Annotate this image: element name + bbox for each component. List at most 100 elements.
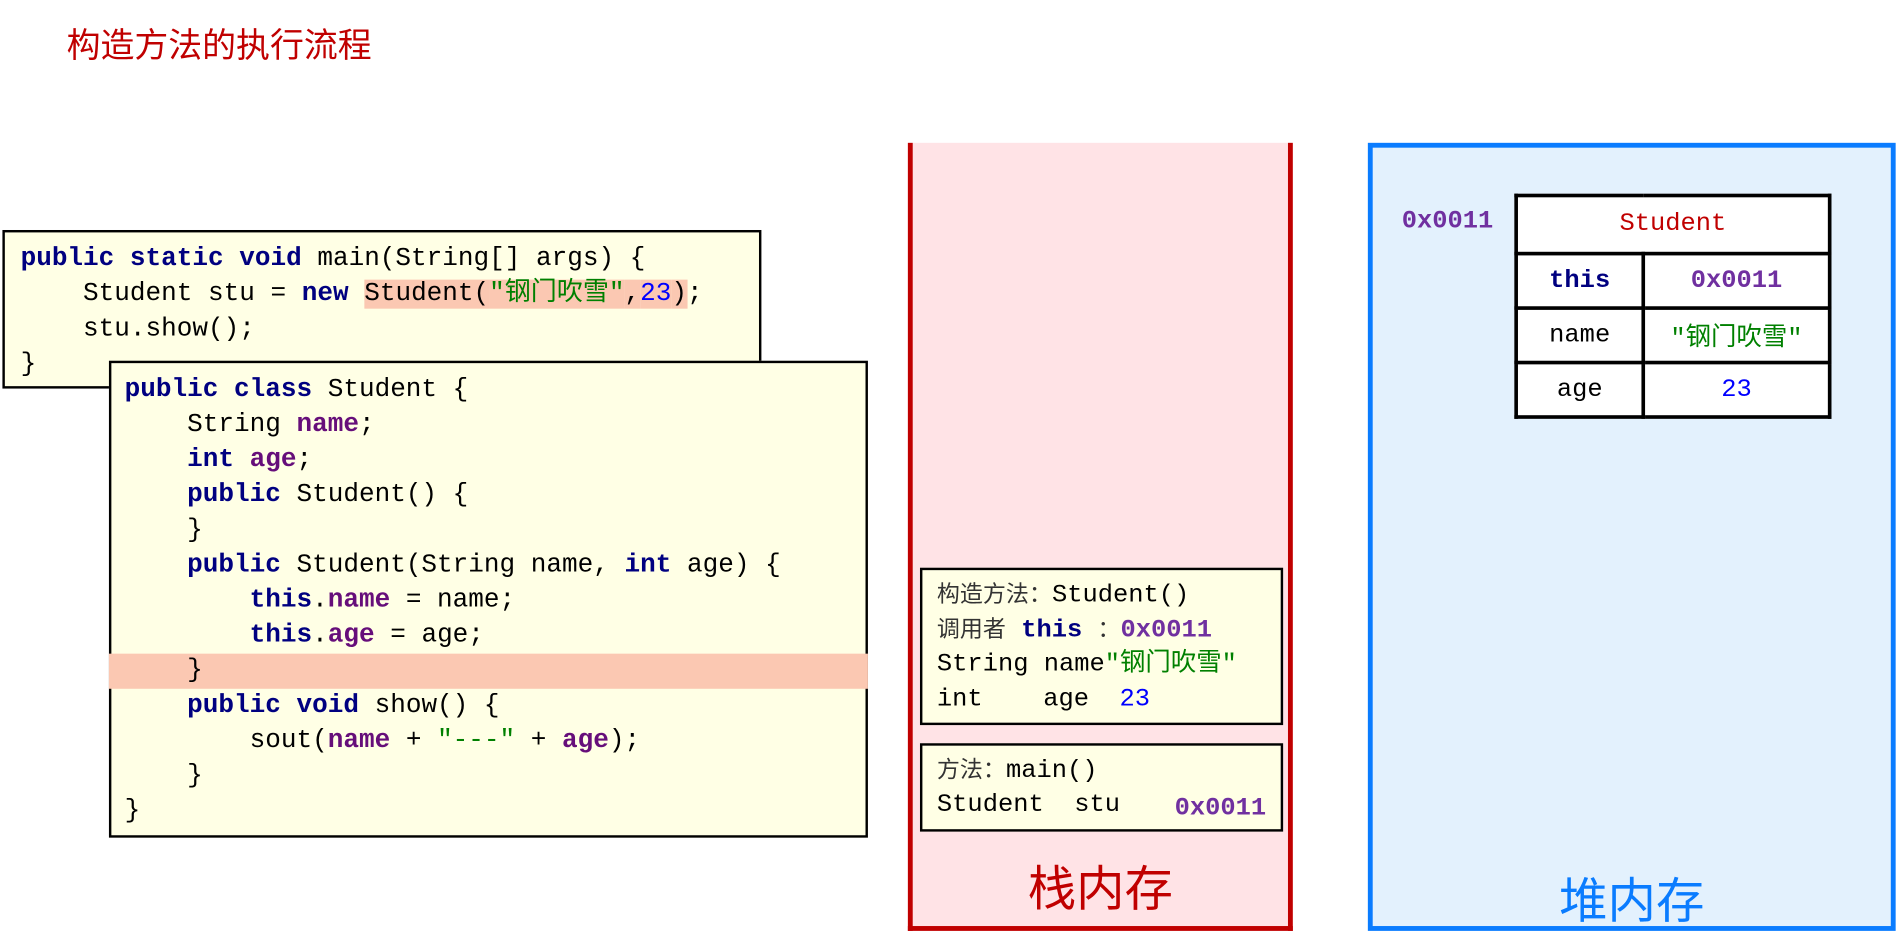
code-token: age — [327, 620, 375, 651]
code-line: public Student(String name, int age) { — [125, 548, 853, 583]
code-line: String name; — [125, 408, 853, 443]
code-line: int age; — [125, 443, 853, 478]
code-token: show() { — [358, 691, 500, 721]
field-value: "钢门吹雪" — [1641, 306, 1832, 365]
caller-label: 调用者 — [936, 616, 1006, 643]
code-token: Student stu = — [20, 279, 302, 309]
code-line: stu.show(); — [21, 312, 744, 347]
code-token: name — [296, 410, 359, 440]
method-name: Student() — [1051, 582, 1190, 611]
code-token: new — [301, 279, 349, 309]
var-value: 0x0011 — [1174, 795, 1267, 824]
field-key: name — [1514, 306, 1646, 365]
code-token: this — [249, 620, 313, 651]
code-token: "钢门吹雪" — [489, 279, 625, 309]
code-token: main(String[] args) { — [301, 244, 646, 274]
student-object: Student this 0x0011 name "钢门吹雪" age 23 — [1514, 193, 1832, 419]
code-token: } — [20, 349, 37, 379]
field-key: this — [1514, 251, 1646, 310]
code-token: Student( — [364, 279, 490, 309]
code-line: } — [108, 653, 868, 689]
code-token: public static void — [20, 244, 302, 274]
code-token: = age; — [374, 620, 484, 651]
code-token: sout( — [124, 726, 328, 756]
main-stack-frame: 方法：main() Student stu 0x0011 — [919, 743, 1284, 832]
code-token: name — [327, 585, 391, 615]
code-line: } — [125, 794, 853, 829]
code-token: + — [390, 726, 438, 756]
code-token: , — [624, 279, 641, 309]
code-line: this.name = name; — [125, 583, 853, 618]
student-class-code-block: public class Student { String name; int … — [108, 360, 868, 838]
code-token: } — [124, 656, 203, 686]
field-value: 0x0011 — [1641, 251, 1832, 310]
code-line: this.age = age; — [125, 619, 853, 654]
param-age-name: age — [1043, 686, 1089, 715]
method-label: 构造方法： — [936, 581, 1052, 608]
param-name-decl: String name — [936, 651, 1105, 680]
caller-this: this — [1021, 617, 1083, 646]
stack-label: 栈内存 — [1027, 861, 1173, 918]
code-token: int — [187, 445, 235, 475]
heap-memory: 0x0011 Student this 0x0011 name "钢门吹雪" age… — [1367, 142, 1896, 931]
code-line: } — [125, 513, 853, 548]
code-token: age — [249, 445, 297, 475]
param-age-value: 23 — [1119, 686, 1151, 715]
constructor-stack-frame: 构造方法：Student() 调用者 this ：0x0011 String n… — [919, 567, 1284, 726]
code-token: ); — [608, 726, 641, 756]
code-token: Student(String name, — [280, 550, 625, 580]
stack-memory: 构造方法：Student() 调用者 this ：0x0011 String n… — [907, 142, 1293, 931]
code-token: . — [312, 585, 328, 615]
code-token: int — [624, 550, 672, 580]
code-token: public — [187, 480, 281, 510]
code-token: ; — [686, 279, 703, 309]
code-token: 23 — [640, 279, 672, 309]
param-name-value: "钢门吹雪" — [1104, 651, 1237, 680]
code-token: ; — [358, 410, 375, 440]
code-token: + — [515, 726, 563, 756]
separator: ： — [1097, 616, 1121, 643]
code-token: } — [124, 796, 141, 826]
heap-label: 堆内存 — [1559, 873, 1705, 930]
field-value: 23 — [1641, 360, 1832, 419]
method-label: 方法： — [936, 756, 1006, 784]
field-key: age — [1514, 360, 1646, 419]
code-token: this — [249, 585, 313, 615]
var-type: Student — [936, 791, 1044, 820]
code-token: Student() { — [280, 480, 469, 510]
code-line: sout(name + "---" + age); — [125, 724, 853, 759]
code-line: } — [125, 759, 853, 794]
code-token: public class — [124, 375, 313, 405]
code-token: } — [124, 515, 203, 545]
code-token: String — [124, 410, 297, 440]
code-token: ) — [671, 279, 687, 309]
code-token: public — [187, 550, 281, 580]
object-class-name: Student — [1514, 193, 1832, 256]
var-name: stu — [1074, 791, 1121, 820]
code-line: Student stu = new Student("钢门吹雪",23); — [21, 277, 744, 312]
code-line: public void show() { — [125, 689, 853, 724]
method-name: main() — [1005, 757, 1098, 786]
code-token: Student { — [312, 375, 469, 405]
code-token: = name; — [390, 585, 516, 615]
code-token: . — [312, 620, 328, 651]
code-token: ; — [296, 445, 313, 475]
caller-address: 0x0011 — [1120, 617, 1213, 646]
page-title: 构造方法的执行流程 — [66, 25, 372, 66]
code-line: public class Student { — [125, 373, 853, 408]
code-token: } — [124, 761, 203, 791]
code-token: "---" — [437, 726, 516, 756]
code-line: public static void main(String[] args) { — [21, 242, 744, 277]
param-age-type: int — [936, 686, 983, 715]
code-token: stu.show(); — [20, 314, 255, 344]
code-token: age — [562, 726, 609, 756]
code-token: public void — [187, 691, 359, 721]
